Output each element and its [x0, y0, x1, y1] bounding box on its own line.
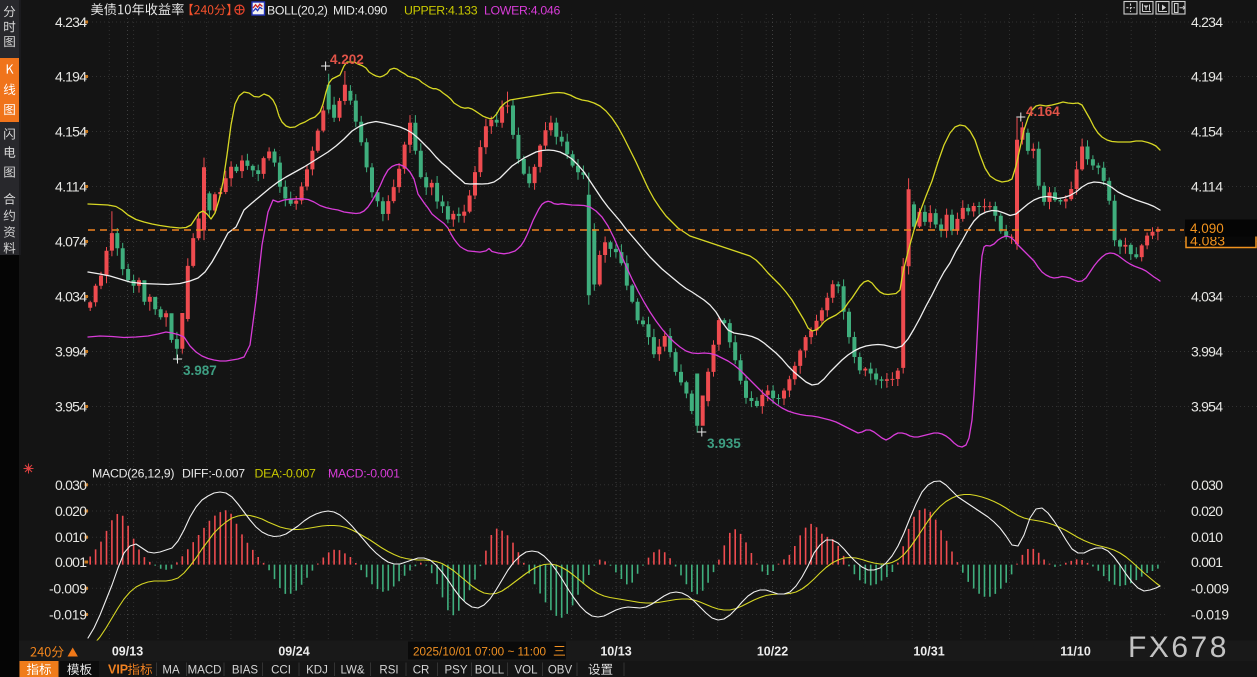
svg-text:BOLL: BOLL	[475, 665, 505, 677]
svg-text:3.987: 3.987	[183, 363, 217, 378]
svg-text:4.090: 4.090	[1190, 221, 1224, 236]
svg-text:4.154: 4.154	[55, 124, 87, 140]
svg-text:MACD: MACD	[188, 665, 222, 677]
svg-text:0.030: 0.030	[55, 477, 87, 493]
svg-text:BIAS: BIAS	[232, 665, 259, 677]
svg-text:3.935: 3.935	[707, 436, 741, 451]
svg-text:09/24: 09/24	[278, 645, 309, 659]
svg-text:0.020: 0.020	[1191, 503, 1223, 519]
svg-text:0.010: 0.010	[1191, 529, 1223, 545]
svg-text:MID:4.090: MID:4.090	[333, 3, 387, 17]
svg-text:10/31: 10/31	[913, 645, 944, 659]
svg-text:MACD:-0.001: MACD:-0.001	[328, 467, 400, 481]
svg-text:4.234: 4.234	[55, 14, 87, 30]
svg-text:LW&: LW&	[340, 665, 364, 677]
svg-text:3.994: 3.994	[55, 344, 87, 360]
svg-text:4.194: 4.194	[55, 69, 87, 85]
svg-text:BOLL(20,2): BOLL(20,2)	[267, 3, 328, 17]
svg-text:KDJ: KDJ	[306, 665, 328, 677]
svg-text:-0.019: -0.019	[49, 607, 87, 623]
svg-text:CCI: CCI	[271, 665, 291, 677]
svg-text:4.114: 4.114	[55, 179, 87, 195]
svg-text:-0.009: -0.009	[1191, 580, 1229, 596]
svg-text:4.202: 4.202	[330, 52, 364, 67]
svg-text:4.034: 4.034	[1191, 289, 1223, 305]
svg-text:4.154: 4.154	[1191, 124, 1223, 140]
svg-text:VIP: VIP	[108, 663, 128, 677]
svg-text:0.030: 0.030	[1191, 477, 1223, 493]
svg-text:4.234: 4.234	[1191, 14, 1223, 30]
svg-text:4.034: 4.034	[55, 289, 87, 305]
svg-text:4.074: 4.074	[55, 234, 87, 250]
svg-text:10/22: 10/22	[757, 645, 788, 659]
svg-text:-0.019: -0.019	[1191, 607, 1229, 623]
svg-text:4.164: 4.164	[1026, 104, 1060, 119]
svg-text:0.020: 0.020	[55, 503, 87, 519]
svg-text:4.114: 4.114	[1191, 179, 1223, 195]
svg-text:LOWER:4.046: LOWER:4.046	[484, 3, 560, 17]
svg-text:0.001: 0.001	[55, 554, 87, 570]
svg-text:3.954: 3.954	[1191, 399, 1223, 415]
svg-text:11/10: 11/10	[1060, 645, 1091, 659]
svg-text:09/13: 09/13	[112, 645, 143, 659]
svg-text:VOL: VOL	[514, 665, 538, 677]
svg-text:OBV: OBV	[548, 665, 573, 677]
svg-text:4.194: 4.194	[1191, 69, 1223, 85]
svg-text:-0.009: -0.009	[49, 580, 87, 596]
svg-text:MA: MA	[162, 665, 180, 677]
svg-text:DEA:-0.007: DEA:-0.007	[255, 467, 316, 481]
svg-text:DIFF:-0.007: DIFF:-0.007	[182, 467, 245, 481]
svg-text:UPPER:4.133: UPPER:4.133	[404, 3, 478, 17]
svg-text:CR: CR	[413, 665, 430, 677]
svg-text:RSI: RSI	[379, 665, 398, 677]
svg-text:10/13: 10/13	[600, 645, 631, 659]
svg-text:2025/10/01 07:00 ~ 11:00: 2025/10/01 07:00 ~ 11:00	[413, 645, 546, 659]
svg-text:3.994: 3.994	[1191, 344, 1223, 360]
svg-text:0.001: 0.001	[1191, 554, 1223, 570]
svg-text:PSY: PSY	[444, 665, 467, 677]
svg-text:FX678: FX678	[1128, 631, 1229, 664]
svg-text:MACD(26,12,9): MACD(26,12,9)	[92, 467, 174, 481]
svg-text:0.010: 0.010	[55, 529, 87, 545]
svg-text:3.954: 3.954	[55, 399, 87, 415]
